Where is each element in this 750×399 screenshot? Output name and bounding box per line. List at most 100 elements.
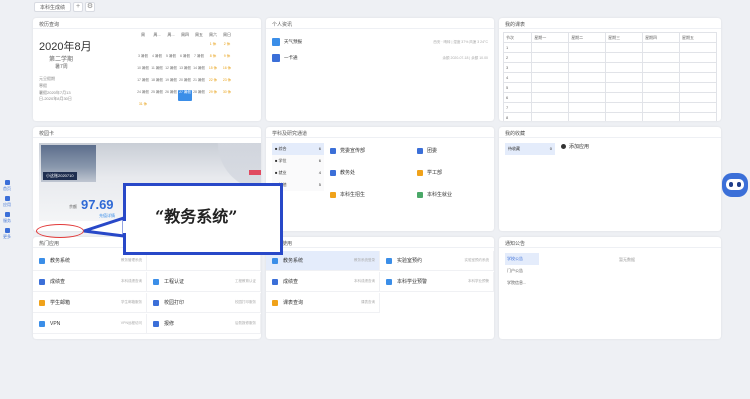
calendar-day[interactable]: 5 暑假 (164, 54, 178, 65)
calendar-day[interactable]: 24 暑假 (136, 90, 150, 101)
schedule-cell[interactable] (642, 82, 680, 93)
schedule-cell[interactable] (642, 52, 680, 63)
calendar-day[interactable]: 7 暑假 (192, 54, 206, 65)
schedule-cell[interactable] (568, 112, 607, 121)
dept-link[interactable]: 本科生就业 (417, 191, 452, 198)
dept-category-item[interactable]: ■ 就业 4 (272, 167, 324, 179)
notice-tab-portal[interactable]: 门户公告 (505, 265, 539, 277)
schedule-cell[interactable] (642, 102, 680, 113)
sidebar-item-service[interactable]: 服务 (0, 212, 14, 224)
schedule-cell[interactable] (642, 72, 680, 83)
schedule-cell[interactable] (568, 102, 607, 113)
app-tile[interactable]: 教务系统 教务系统登录 (266, 251, 380, 271)
add-tab-icon[interactable]: + (73, 2, 84, 12)
schedule-cell[interactable] (679, 112, 717, 121)
schedule-cell[interactable] (568, 52, 607, 63)
schedule-cell[interactable] (605, 42, 644, 53)
calendar-day[interactable]: 27 暑假 (178, 90, 192, 101)
schedule-cell[interactable] (679, 42, 717, 53)
calendar-day[interactable]: 17 暑假 (136, 78, 150, 89)
sidebar-item-apps[interactable]: 应用 (0, 196, 14, 208)
dept-category-item[interactable]: ■ 综合 6 (272, 143, 324, 155)
calendar-day[interactable]: 18 暑假 (150, 78, 164, 89)
calendar-day[interactable]: 21 暑假 (192, 78, 206, 89)
schedule-cell[interactable] (568, 72, 607, 83)
schedule-cell[interactable] (605, 82, 644, 93)
dept-link[interactable]: 本科生招生 (330, 191, 365, 198)
calendar-day[interactable]: 4 暑假 (150, 54, 164, 65)
add-app-button[interactable]: 添加应用 (561, 143, 589, 150)
schedule-cell[interactable] (531, 82, 570, 93)
schedule-cell[interactable] (642, 112, 680, 121)
calendar-day[interactable]: 11 暑假 (150, 66, 164, 77)
calendar-day[interactable]: 25 暑假 (150, 90, 164, 101)
schedule-cell[interactable] (679, 102, 717, 113)
schedule-cell[interactable] (679, 82, 717, 93)
schedule-cell[interactable] (605, 62, 644, 73)
weather-row[interactable]: 天气预报 西安 · 晴转 | 湿度 37% 风速 3 24°C (272, 35, 488, 49)
app-tile[interactable]: 本科学业预警 本科学业预警 (380, 272, 494, 292)
schedule-cell[interactable] (531, 112, 570, 121)
schedule-cell[interactable] (531, 92, 570, 103)
schedule-cell[interactable] (679, 62, 717, 73)
calendar-day[interactable]: 10 暑假 (136, 66, 150, 77)
calendar-day[interactable]: 12 暑假 (164, 66, 178, 77)
calendar-day[interactable]: 29 休 (206, 90, 220, 101)
schedule-cell[interactable] (679, 92, 717, 103)
calendar-day[interactable]: 3 暑假 (136, 54, 150, 65)
calendar-day[interactable]: 14 暑假 (192, 66, 206, 77)
calendar-day[interactable]: 19 暑假 (164, 78, 178, 89)
calendar-day[interactable]: 30 休 (220, 90, 234, 101)
calendar-day[interactable]: 22 休 (206, 78, 220, 89)
tab-current[interactable]: 本科生成绩 (34, 2, 72, 12)
app-tile[interactable]: 课表查询 课表查询 (266, 293, 380, 313)
app-tile[interactable]: 报修 后勤报修服务 (147, 314, 261, 334)
app-tile[interactable]: 工程认证 工程教育认证 (147, 272, 261, 292)
schedule-cell[interactable] (531, 102, 570, 113)
calendar-day[interactable]: 2 休 (220, 42, 234, 53)
calendar-day[interactable]: 15 休 (206, 66, 220, 77)
calendar-day[interactable]: 6 暑假 (178, 54, 192, 65)
schedule-cell[interactable] (679, 72, 717, 83)
calendar-day[interactable]: 9 休 (220, 54, 234, 65)
schedule-cell[interactable] (568, 62, 607, 73)
app-tile[interactable]: 成绩查 本科成绩查询 (33, 272, 147, 292)
dept-link[interactable]: 党委宣传部 (330, 147, 365, 154)
calendar-day[interactable]: 31 休 (136, 102, 150, 113)
schedule-cell[interactable] (568, 82, 607, 93)
schedule-cell[interactable] (568, 92, 607, 103)
schedule-cell[interactable] (605, 102, 644, 113)
calendar-day[interactable]: 8 休 (206, 54, 220, 65)
calendar-day[interactable]: 16 休 (220, 66, 234, 77)
schedule-cell[interactable] (642, 62, 680, 73)
calendar-day[interactable]: 26 暑假 (164, 90, 178, 101)
calendar-day[interactable]: 28 暑假 (192, 90, 206, 101)
sidebar-item-more[interactable]: 更多 (0, 228, 14, 240)
app-tile[interactable]: 校园打印 校园打印服务 (147, 293, 261, 313)
schedule-cell[interactable] (642, 42, 680, 53)
schedule-cell[interactable] (531, 72, 570, 83)
schedule-cell[interactable] (568, 42, 607, 53)
notice-tab-school[interactable]: 学校公告 (505, 253, 539, 265)
settings-icon[interactable]: ⚙ (85, 2, 96, 12)
calendar-day[interactable]: 13 暑假 (178, 66, 192, 77)
schedule-cell[interactable] (679, 52, 717, 63)
dept-link[interactable]: 团委 (417, 147, 437, 154)
schedule-cell[interactable] (531, 42, 570, 53)
app-tile[interactable]: 成绩查 本科成绩查询 (266, 272, 380, 292)
schedule-cell[interactable] (605, 52, 644, 63)
assistant-robot-icon[interactable] (722, 173, 748, 197)
dept-category-item[interactable]: ■ 学位 6 (272, 155, 324, 167)
app-tile[interactable]: 学生邮箱 学生邮箱服务 (33, 293, 147, 313)
sidebar-item-home[interactable]: 首页 (0, 180, 14, 192)
score-link[interactable]: 充值详情 (99, 213, 115, 219)
calendar-day[interactable]: 1 休 (206, 42, 220, 53)
schedule-cell[interactable] (605, 72, 644, 83)
favorites-tab[interactable]: 待收藏 0 (505, 143, 555, 155)
schedule-cell[interactable] (642, 92, 680, 103)
card-balance-row[interactable]: 一卡通 余额 2020-07-18 | 余额 10.00 (272, 51, 488, 65)
app-tile[interactable]: VPN VPN远程访问 (33, 314, 147, 334)
dept-link[interactable]: 教务处 (330, 169, 355, 176)
schedule-cell[interactable] (605, 112, 644, 121)
schedule-cell[interactable] (531, 52, 570, 63)
